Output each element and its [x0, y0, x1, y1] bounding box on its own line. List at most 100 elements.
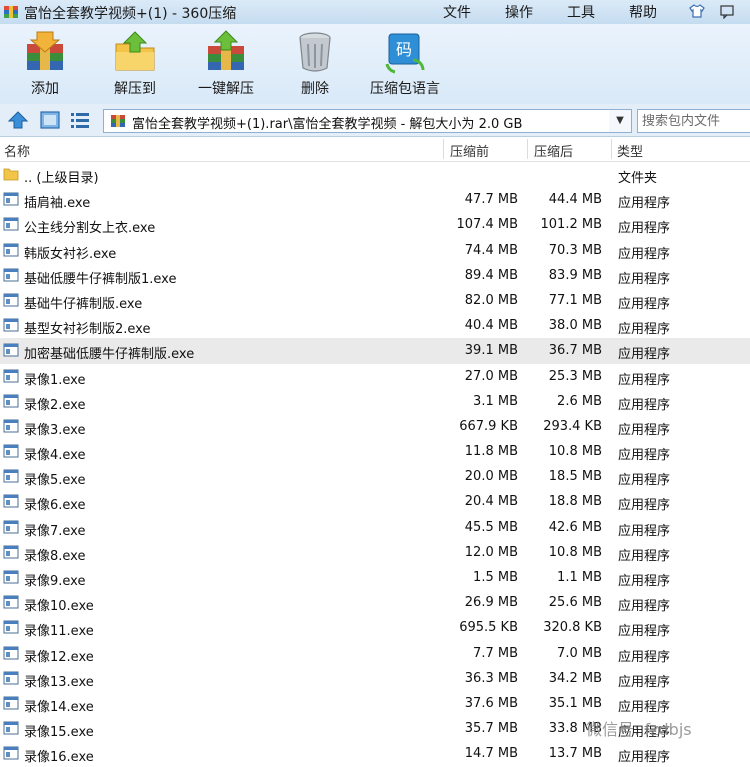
- file-name: 录像11.exe: [24, 624, 94, 640]
- file-type: 应用程序: [618, 246, 671, 262]
- watermark-text: 微信号: fzdbjs: [586, 720, 692, 739]
- compressed-size: 42.6 MB: [548, 519, 602, 535]
- original-size: 14.7 MB: [464, 746, 518, 762]
- file-name: 公主线分割女上衣.exe: [24, 221, 156, 237]
- skin-shirt-icon[interactable]: [688, 3, 706, 21]
- application-file-icon: [3, 318, 19, 332]
- file-name: 插肩袖.exe: [24, 196, 91, 212]
- path-field[interactable]: 富怡全套教学视频+(1).rar\富怡全套教学视频 - 解包大小为 2.0 GB: [103, 109, 611, 133]
- extract-to-button[interactable]: 解压到: [95, 30, 175, 102]
- file-row[interactable]: 录像14.exe 37.6 MB 35.1 MB 应用程序: [0, 691, 750, 716]
- file-name: .. (上级目录): [24, 171, 99, 186]
- compressed-size: 83.9 MB: [548, 267, 602, 283]
- list-view-icon[interactable]: [70, 111, 90, 129]
- file-row[interactable]: 插肩袖.exe 47.7 MB 44.4 MB 应用程序: [0, 187, 750, 212]
- menu-file[interactable]: 文件: [443, 2, 471, 22]
- file-row[interactable]: 录像3.exe 667.9 KB 293.4 KB 应用程序: [0, 414, 750, 439]
- toolbar: 添加 解压到 一键解压 删除 码 压缩包语言: [0, 24, 750, 104]
- compressed-size: 70.3 MB: [548, 242, 602, 258]
- compressed-size: 10.8 MB: [548, 544, 602, 560]
- file-row[interactable]: 加密基础低腰牛仔裤制版.exe 39.1 MB 36.7 MB 应用程序: [0, 338, 750, 364]
- search-input[interactable]: [638, 110, 750, 133]
- compressed-size: 25.6 MB: [548, 595, 602, 611]
- compressed-size: 10.8 MB: [548, 444, 602, 460]
- file-row[interactable]: 基础低腰牛仔裤制版1.exe 89.4 MB 83.9 MB 应用程序: [0, 263, 750, 288]
- file-row[interactable]: 录像10.exe 26.9 MB 25.6 MB 应用程序: [0, 590, 750, 615]
- file-row[interactable]: 录像8.exe 12.0 MB 10.8 MB 应用程序: [0, 540, 750, 565]
- original-size: 89.4 MB: [464, 267, 518, 283]
- file-row[interactable]: 录像12.exe 7.7 MB 7.0 MB 应用程序: [0, 641, 750, 666]
- compressed-size: 13.7 MB: [548, 746, 602, 762]
- file-type: 应用程序: [618, 422, 671, 438]
- file-type: 文件夹: [618, 171, 658, 186]
- svg-text:码: 码: [396, 40, 412, 59]
- column-divider[interactable]: [443, 139, 444, 159]
- address-bar: 富怡全套教学视频+(1).rar\富怡全套教学视频 - 解包大小为 2.0 GB…: [0, 104, 750, 137]
- application-file-icon: [3, 620, 19, 634]
- file-type: 应用程序: [618, 347, 671, 363]
- file-name: 录像15.exe: [24, 725, 94, 741]
- file-row[interactable]: 韩版女衬衫.exe 74.4 MB 70.3 MB 应用程序: [0, 238, 750, 263]
- one-click-extract-button[interactable]: 一键解压: [186, 30, 266, 102]
- file-row[interactable]: 录像4.exe 11.8 MB 10.8 MB 应用程序: [0, 439, 750, 464]
- file-row[interactable]: 录像13.exe 36.3 MB 34.2 MB 应用程序: [0, 666, 750, 691]
- file-type: 应用程序: [618, 221, 671, 237]
- file-row[interactable]: 录像6.exe 20.4 MB 18.8 MB 应用程序: [0, 489, 750, 514]
- original-size: 39.1 MB: [464, 343, 518, 359]
- feedback-icon[interactable]: [718, 3, 736, 21]
- compressed-size: 101.2 MB: [540, 217, 602, 233]
- column-compressed-size[interactable]: 压缩后: [534, 141, 573, 160]
- file-row[interactable]: 基型女衬衫制版2.exe 40.4 MB 38.0 MB 应用程序: [0, 313, 750, 338]
- column-type[interactable]: 类型: [617, 141, 643, 160]
- original-size: 82.0 MB: [464, 292, 518, 308]
- compressed-size: 44.4 MB: [548, 192, 602, 208]
- application-file-icon: [3, 444, 19, 458]
- original-size: 36.3 MB: [464, 670, 518, 686]
- file-row[interactable]: 录像9.exe 1.5 MB 1.1 MB 应用程序: [0, 565, 750, 590]
- application-file-icon: [3, 671, 19, 685]
- thumbnail-view-icon[interactable]: [40, 111, 60, 129]
- file-list: .. (上级目录) 文件夹 插肩袖.exe 47.7 MB 44.4 MB 应用程序 公主线…: [0, 162, 750, 767]
- column-divider[interactable]: [611, 139, 612, 159]
- column-header: 名称 压缩前 压缩后 类型: [0, 137, 750, 162]
- up-arrow-icon[interactable]: [8, 111, 28, 129]
- application-file-icon: [3, 192, 19, 206]
- original-size: 37.6 MB: [464, 695, 518, 711]
- file-row[interactable]: 录像1.exe 27.0 MB 25.3 MB 应用程序: [0, 364, 750, 389]
- original-size: 45.5 MB: [464, 519, 518, 535]
- delete-button[interactable]: 删除: [275, 30, 355, 102]
- file-row[interactable]: 录像2.exe 3.1 MB 2.6 MB 应用程序: [0, 389, 750, 414]
- menu-help[interactable]: 帮助: [629, 2, 657, 22]
- file-row[interactable]: 公主线分割女上衣.exe 107.4 MB 101.2 MB 应用程序: [0, 212, 750, 237]
- file-row[interactable]: 录像7.exe 45.5 MB 42.6 MB 应用程序: [0, 515, 750, 540]
- file-type: 应用程序: [618, 372, 671, 388]
- archive-language-icon: 码: [385, 33, 425, 74]
- column-original-size[interactable]: 压缩前: [450, 141, 489, 160]
- application-file-icon: [3, 545, 19, 559]
- menu-tools[interactable]: 工具: [567, 2, 595, 22]
- file-type: 应用程序: [618, 196, 671, 212]
- original-size: 107.4 MB: [456, 217, 518, 233]
- add-button[interactable]: 添加: [5, 30, 85, 102]
- parent-folder-row[interactable]: .. (上级目录) 文件夹: [0, 162, 750, 187]
- rar-archive-icon: [111, 115, 125, 127]
- file-row[interactable]: 基础牛仔裤制版.exe 82.0 MB 77.1 MB 应用程序: [0, 288, 750, 313]
- file-row[interactable]: 录像16.exe 14.7 MB 13.7 MB 应用程序: [0, 741, 750, 766]
- compressed-size: 2.6 MB: [557, 393, 602, 409]
- column-name[interactable]: 名称: [4, 141, 30, 160]
- application-file-icon: [3, 570, 19, 584]
- menu-operation[interactable]: 操作: [505, 2, 533, 22]
- original-size: 35.7 MB: [464, 721, 518, 737]
- original-size: 3.1 MB: [473, 393, 518, 409]
- path-dropdown-button[interactable]: ▼: [609, 109, 632, 133]
- archive-language-button[interactable]: 码 压缩包语言: [365, 30, 445, 102]
- file-type: 应用程序: [618, 296, 671, 312]
- file-row[interactable]: 录像5.exe 20.0 MB 18.5 MB 应用程序: [0, 464, 750, 489]
- compressed-size: 38.0 MB: [548, 318, 602, 334]
- file-name: 基础牛仔裤制版.exe: [24, 296, 143, 312]
- app-logo-icon: [4, 6, 18, 18]
- original-size: 20.4 MB: [464, 494, 518, 510]
- application-file-icon: [3, 217, 19, 231]
- column-divider[interactable]: [527, 139, 528, 159]
- file-row[interactable]: 录像11.exe 695.5 KB 320.8 KB 应用程序: [0, 615, 750, 640]
